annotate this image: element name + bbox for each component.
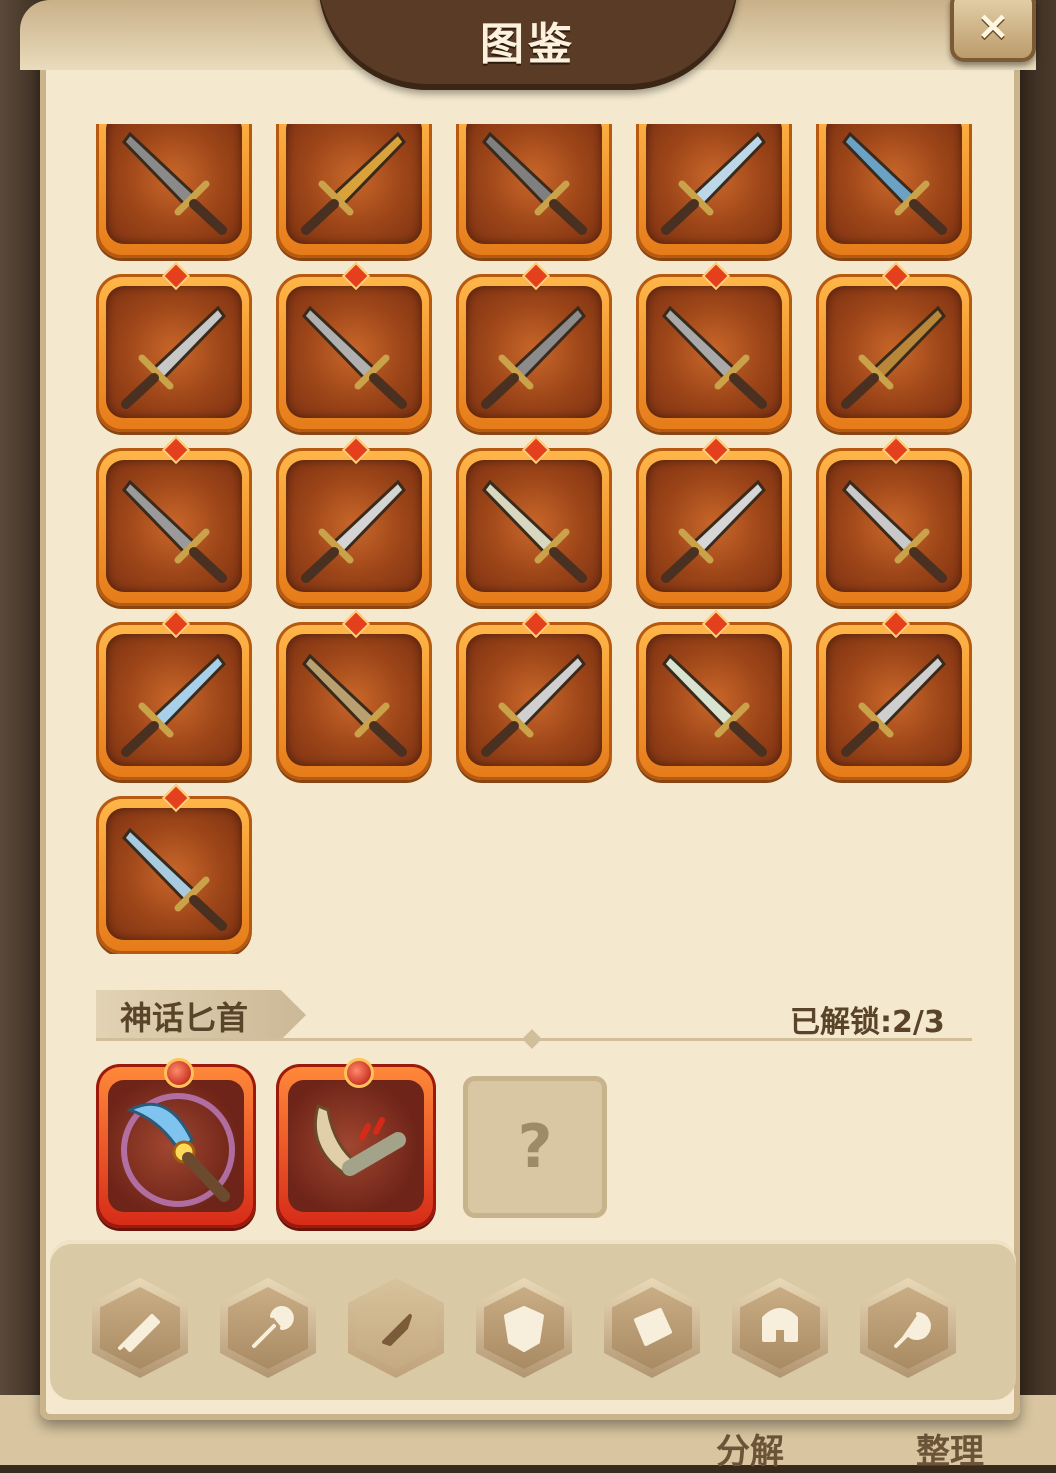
dagger-icon (302, 305, 407, 409)
tab-dagger[interactable] (348, 1278, 444, 1378)
dagger-item-2[interactable] (276, 124, 432, 258)
dagger-item-5[interactable] (816, 124, 972, 258)
dagger-item-12[interactable] (276, 435, 432, 606)
background-sort-label: 整理 (916, 1432, 984, 1472)
dagger-icon (382, 1314, 412, 1346)
page-title: 图鉴 (480, 19, 576, 70)
dagger-item-18[interactable] (456, 609, 612, 780)
dagger-icon (841, 653, 946, 757)
background-decompose-label: 分解 (716, 1432, 784, 1472)
dagger-icon (301, 131, 406, 235)
close-icon: × (976, 3, 1010, 49)
dagger-item-9[interactable] (636, 261, 792, 432)
close-button[interactable]: × (950, 0, 1036, 62)
dagger-icon (662, 305, 767, 409)
mythic-dagger-1[interactable] (96, 1058, 256, 1228)
dagger-icon (661, 479, 766, 583)
dagger-icon (481, 305, 586, 409)
dagger-item-11[interactable] (96, 435, 252, 606)
dagger-item-15[interactable] (816, 435, 972, 606)
dagger-icon (841, 305, 946, 409)
locked-mythic-slot[interactable]: ? (463, 1076, 607, 1218)
tab-book[interactable] (604, 1278, 700, 1378)
dagger-item-8[interactable] (456, 261, 612, 432)
dagger-item-19[interactable] (636, 609, 792, 780)
dagger-icon (301, 479, 406, 583)
tab-amulet[interactable] (860, 1278, 956, 1378)
mythic-dagger-icon (313, 1103, 406, 1178)
dagger-item-13[interactable] (456, 435, 612, 606)
helmet-icon (762, 1308, 798, 1342)
tab-helmet[interactable] (732, 1278, 828, 1378)
dagger-item-6[interactable] (96, 261, 252, 432)
dagger-item-20[interactable] (816, 609, 972, 780)
dagger-item-10[interactable] (816, 261, 972, 432)
dagger-item-3[interactable] (456, 124, 612, 258)
dagger-icon (662, 653, 767, 757)
dagger-icon (842, 479, 947, 583)
mythic-dagger-icon (121, 1093, 235, 1207)
club-icon (252, 1306, 294, 1348)
tab-sword[interactable] (92, 1278, 188, 1378)
amulet-icon (894, 1312, 931, 1348)
dagger-icon (302, 653, 407, 757)
shield-icon (504, 1306, 544, 1352)
dagger-icon (481, 653, 586, 757)
dagger-icon (482, 479, 587, 583)
mythic-unlocked-count: 已解锁:2/3 (790, 1005, 945, 1040)
dagger-item-21[interactable] (96, 783, 252, 954)
mythic-dagger-2[interactable] (276, 1058, 436, 1228)
dagger-icon (122, 827, 227, 931)
tab-shield[interactable] (476, 1278, 572, 1378)
dagger-collection-grid (90, 124, 990, 954)
dagger-item-17[interactable] (276, 609, 432, 780)
question-mark-icon: ? (517, 1112, 553, 1182)
dagger-icon (661, 131, 766, 235)
dagger-icon (842, 131, 947, 235)
dagger-item-14[interactable] (636, 435, 792, 606)
dagger-icon (122, 479, 227, 583)
dagger-icon (121, 653, 226, 757)
book-icon (634, 1308, 672, 1346)
dagger-item-16[interactable] (96, 609, 252, 780)
sword-icon (118, 1314, 160, 1352)
tab-club[interactable] (220, 1278, 316, 1378)
dagger-item-7[interactable] (276, 261, 432, 432)
dagger-item-1[interactable] (96, 124, 252, 258)
dagger-icon (482, 131, 587, 235)
dagger-icon (121, 305, 226, 409)
dagger-item-4[interactable] (636, 124, 792, 258)
dagger-icon (122, 131, 227, 235)
mythic-section-title: 神话匕首 (120, 999, 249, 1037)
